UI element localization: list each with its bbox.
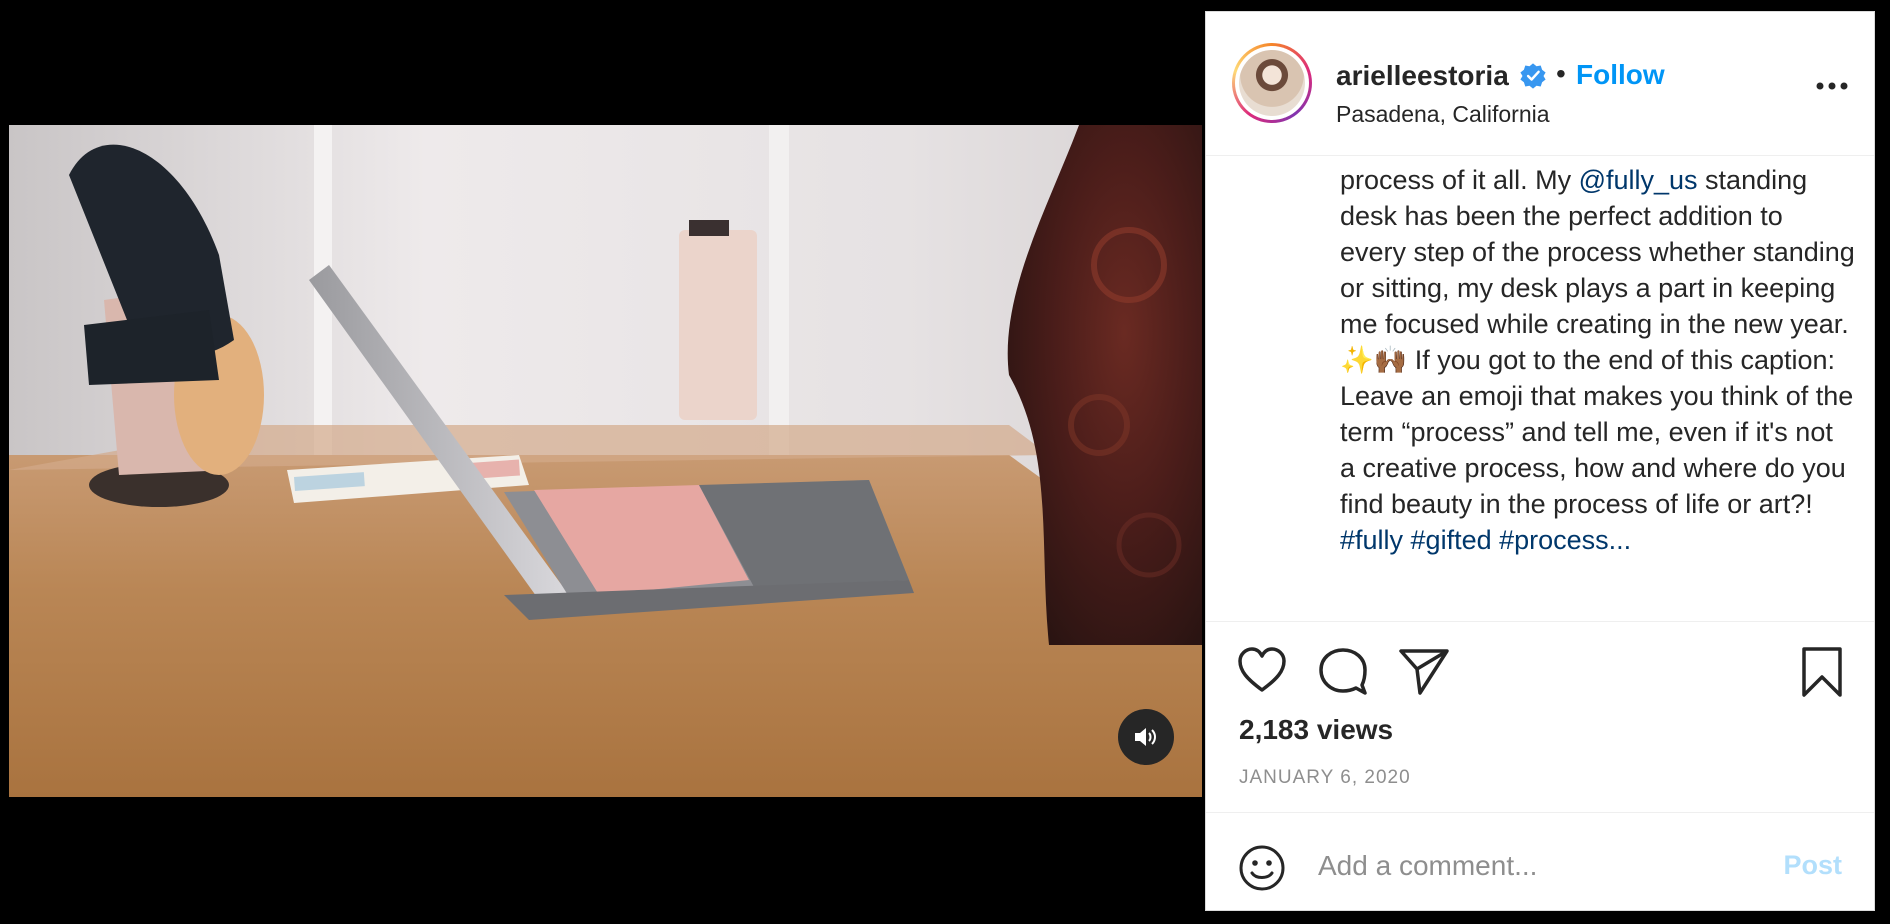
heart-icon[interactable] bbox=[1237, 647, 1287, 693]
caption-part: Leave an emoji that makes you think of t… bbox=[1340, 381, 1854, 519]
hashtag-links[interactable]: #fully #gifted #process... bbox=[1340, 522, 1855, 558]
post-video[interactable] bbox=[9, 125, 1202, 797]
post-date: JANUARY 6, 2020 bbox=[1239, 767, 1411, 788]
paper-plane-icon[interactable] bbox=[1398, 647, 1450, 695]
caption-part: process of it all. My bbox=[1340, 165, 1579, 195]
post-side-panel: arielleestoria • Follow Pasadena, Califo… bbox=[1205, 11, 1875, 911]
comment-bar: Post bbox=[1206, 812, 1874, 912]
post-actions: 2,183 views JANUARY 6, 2020 bbox=[1206, 621, 1874, 812]
more-options-icon[interactable] bbox=[1812, 78, 1852, 94]
verified-badge-icon bbox=[1520, 63, 1546, 89]
caption-text: process of it all. My @fully_us standing… bbox=[1340, 162, 1855, 558]
smiley-icon[interactable] bbox=[1238, 844, 1286, 892]
view-count[interactable]: 2,183 views bbox=[1239, 714, 1393, 746]
video-frame bbox=[9, 125, 1202, 797]
post-comment-button[interactable]: Post bbox=[1783, 850, 1842, 881]
header-separator: • bbox=[1556, 58, 1566, 89]
avatar-image bbox=[1239, 50, 1305, 116]
caption-area[interactable]: process of it all. My @fully_us standing… bbox=[1206, 157, 1874, 620]
caption-part: standing desk has been the perfect addit… bbox=[1340, 165, 1855, 375]
mute-toggle-button[interactable] bbox=[1118, 709, 1174, 765]
speaker-icon bbox=[1135, 728, 1156, 746]
location-link[interactable]: Pasadena, California bbox=[1336, 101, 1550, 128]
username-link[interactable]: arielleestoria bbox=[1336, 60, 1509, 92]
follow-button[interactable]: Follow bbox=[1576, 59, 1665, 91]
avatar-frame bbox=[1235, 46, 1309, 120]
avatar[interactable] bbox=[1232, 43, 1312, 123]
bookmark-icon[interactable] bbox=[1800, 646, 1844, 698]
mention-link[interactable]: @fully_us bbox=[1579, 165, 1698, 195]
post-header: arielleestoria • Follow Pasadena, Califo… bbox=[1206, 12, 1874, 156]
comment-icon[interactable] bbox=[1318, 647, 1368, 695]
comment-input[interactable] bbox=[1318, 843, 1758, 889]
